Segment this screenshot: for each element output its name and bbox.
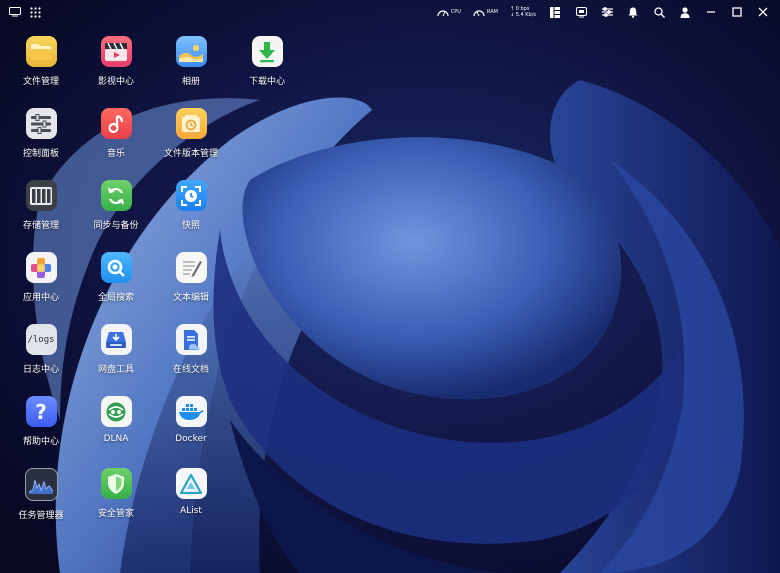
app-label: 安全管家 — [97, 509, 134, 519]
logs-icon-text: /logs — [27, 334, 55, 345]
snapshot-icon — [175, 180, 207, 211]
maximize-icon[interactable] — [730, 5, 744, 19]
app-log-center[interactable]: /logs 日志中心 — [5, 324, 77, 390]
global-search-icon — [100, 252, 132, 283]
control-panel-icon — [25, 108, 57, 139]
top-bar-right: CPU RAM ↑ 0 bps ↓ 5.4 Kb/s — [437, 5, 780, 19]
top-bar: CPU RAM ↑ 0 bps ↓ 5.4 Kb/s — [0, 0, 780, 24]
app-file-manager[interactable]: 文件管理 — [5, 36, 77, 102]
app-alist[interactable]: AList — [155, 468, 227, 534]
logs-icon: /logs — [25, 324, 57, 355]
security-icon — [100, 468, 132, 499]
widget-panel-icon[interactable] — [548, 5, 562, 19]
bell-icon[interactable] — [626, 5, 640, 19]
network-speed[interactable]: ↑ 0 bps ↓ 5.4 Kb/s — [510, 6, 536, 18]
app-label: 下载中心 — [248, 77, 285, 87]
video-icon — [100, 36, 132, 67]
app-snapshot[interactable]: 快照 — [155, 180, 227, 246]
text-editor-icon — [175, 252, 207, 283]
dlna-icon — [100, 396, 132, 427]
app-label: 同步与备份 — [93, 221, 139, 231]
app-label: 相册 — [181, 77, 200, 87]
folder-icon — [25, 36, 57, 67]
app-help-center[interactable]: ? 帮助中心 — [5, 396, 77, 462]
app-center-icon — [25, 252, 57, 283]
app-label: DLNA — [103, 434, 129, 444]
docker-icon — [175, 396, 207, 427]
app-online-docs[interactable]: 在线文档 — [155, 324, 227, 390]
sync-icon — [100, 180, 132, 211]
photo-icon — [175, 36, 207, 67]
search-icon[interactable] — [652, 5, 666, 19]
apps-grid-icon[interactable] — [28, 5, 42, 19]
app-video-center[interactable]: 影视中心 — [80, 36, 152, 102]
help-icon: ? — [25, 396, 57, 427]
cpu-gauge[interactable]: CPU — [437, 8, 461, 17]
app-global-search[interactable]: 全局搜索 — [80, 252, 152, 318]
app-docker[interactable]: Docker — [155, 396, 227, 462]
app-dlna[interactable]: DLNA — [80, 396, 152, 462]
app-label: 帮助中心 — [22, 437, 59, 447]
app-label: 控制面板 — [22, 149, 59, 159]
download-icon — [251, 36, 283, 67]
file-version-icon — [175, 108, 207, 139]
app-label: 音乐 — [106, 149, 125, 159]
app-label: 任务管理器 — [18, 511, 64, 521]
app-label: 日志中心 — [22, 365, 59, 375]
app-label: 文件管理 — [22, 77, 59, 87]
app-label: 网盘工具 — [97, 365, 134, 375]
app-label: 在线文档 — [172, 365, 209, 375]
app-label: 应用中心 — [22, 293, 59, 303]
app-app-center[interactable]: 应用中心 — [5, 252, 77, 318]
app-music[interactable]: 音乐 — [80, 108, 152, 174]
cpu-label: CPU — [450, 9, 461, 15]
app-security-manager[interactable]: 安全管家 — [80, 468, 152, 534]
top-bar-left — [0, 5, 42, 19]
desktop-icon[interactable] — [8, 5, 22, 19]
app-text-editor[interactable]: 文本编辑 — [155, 252, 227, 318]
app-cloud-drive-tools[interactable]: 网盘工具 — [80, 324, 152, 390]
app-task-manager[interactable]: 任务管理器 — [5, 468, 77, 534]
app-label: 文件版本管理 — [163, 149, 218, 159]
ram-label: RAM — [486, 9, 498, 15]
online-doc-icon — [175, 324, 207, 355]
app-label: 影视中心 — [97, 77, 134, 87]
app-control-panel[interactable]: 控制面板 — [5, 108, 77, 174]
app-sync-backup[interactable]: 同步与备份 — [80, 180, 152, 246]
storage-icon — [25, 180, 57, 211]
app-label: 存储管理 — [22, 221, 59, 231]
app-storage-manager[interactable]: 存储管理 — [5, 180, 77, 246]
music-icon — [100, 108, 132, 139]
app-download-center[interactable]: 下载中心 — [231, 36, 303, 102]
ram-gauge[interactable]: RAM — [473, 8, 498, 17]
alist-icon — [175, 468, 207, 499]
help-icon-text: ? — [35, 399, 47, 424]
app-label: 全局搜索 — [97, 293, 134, 303]
app-photos[interactable]: 相册 — [155, 36, 227, 102]
user-icon[interactable] — [678, 5, 692, 19]
minimize-icon[interactable] — [704, 5, 718, 19]
app-label: 文本编辑 — [172, 293, 209, 303]
app-label: AList — [180, 506, 202, 516]
task-manager-icon — [24, 468, 58, 501]
app-file-version-manager[interactable]: 文件版本管理 — [155, 108, 227, 174]
cloud-drive-icon — [100, 324, 132, 355]
close-icon[interactable] — [756, 5, 770, 19]
sliders-icon[interactable] — [600, 5, 614, 19]
app-label: 快照 — [181, 221, 200, 231]
download-speed: ↓ 5.4 Kb/s — [509, 12, 536, 18]
monitor-icon[interactable] — [574, 5, 588, 19]
app-label: Docker — [175, 434, 207, 444]
